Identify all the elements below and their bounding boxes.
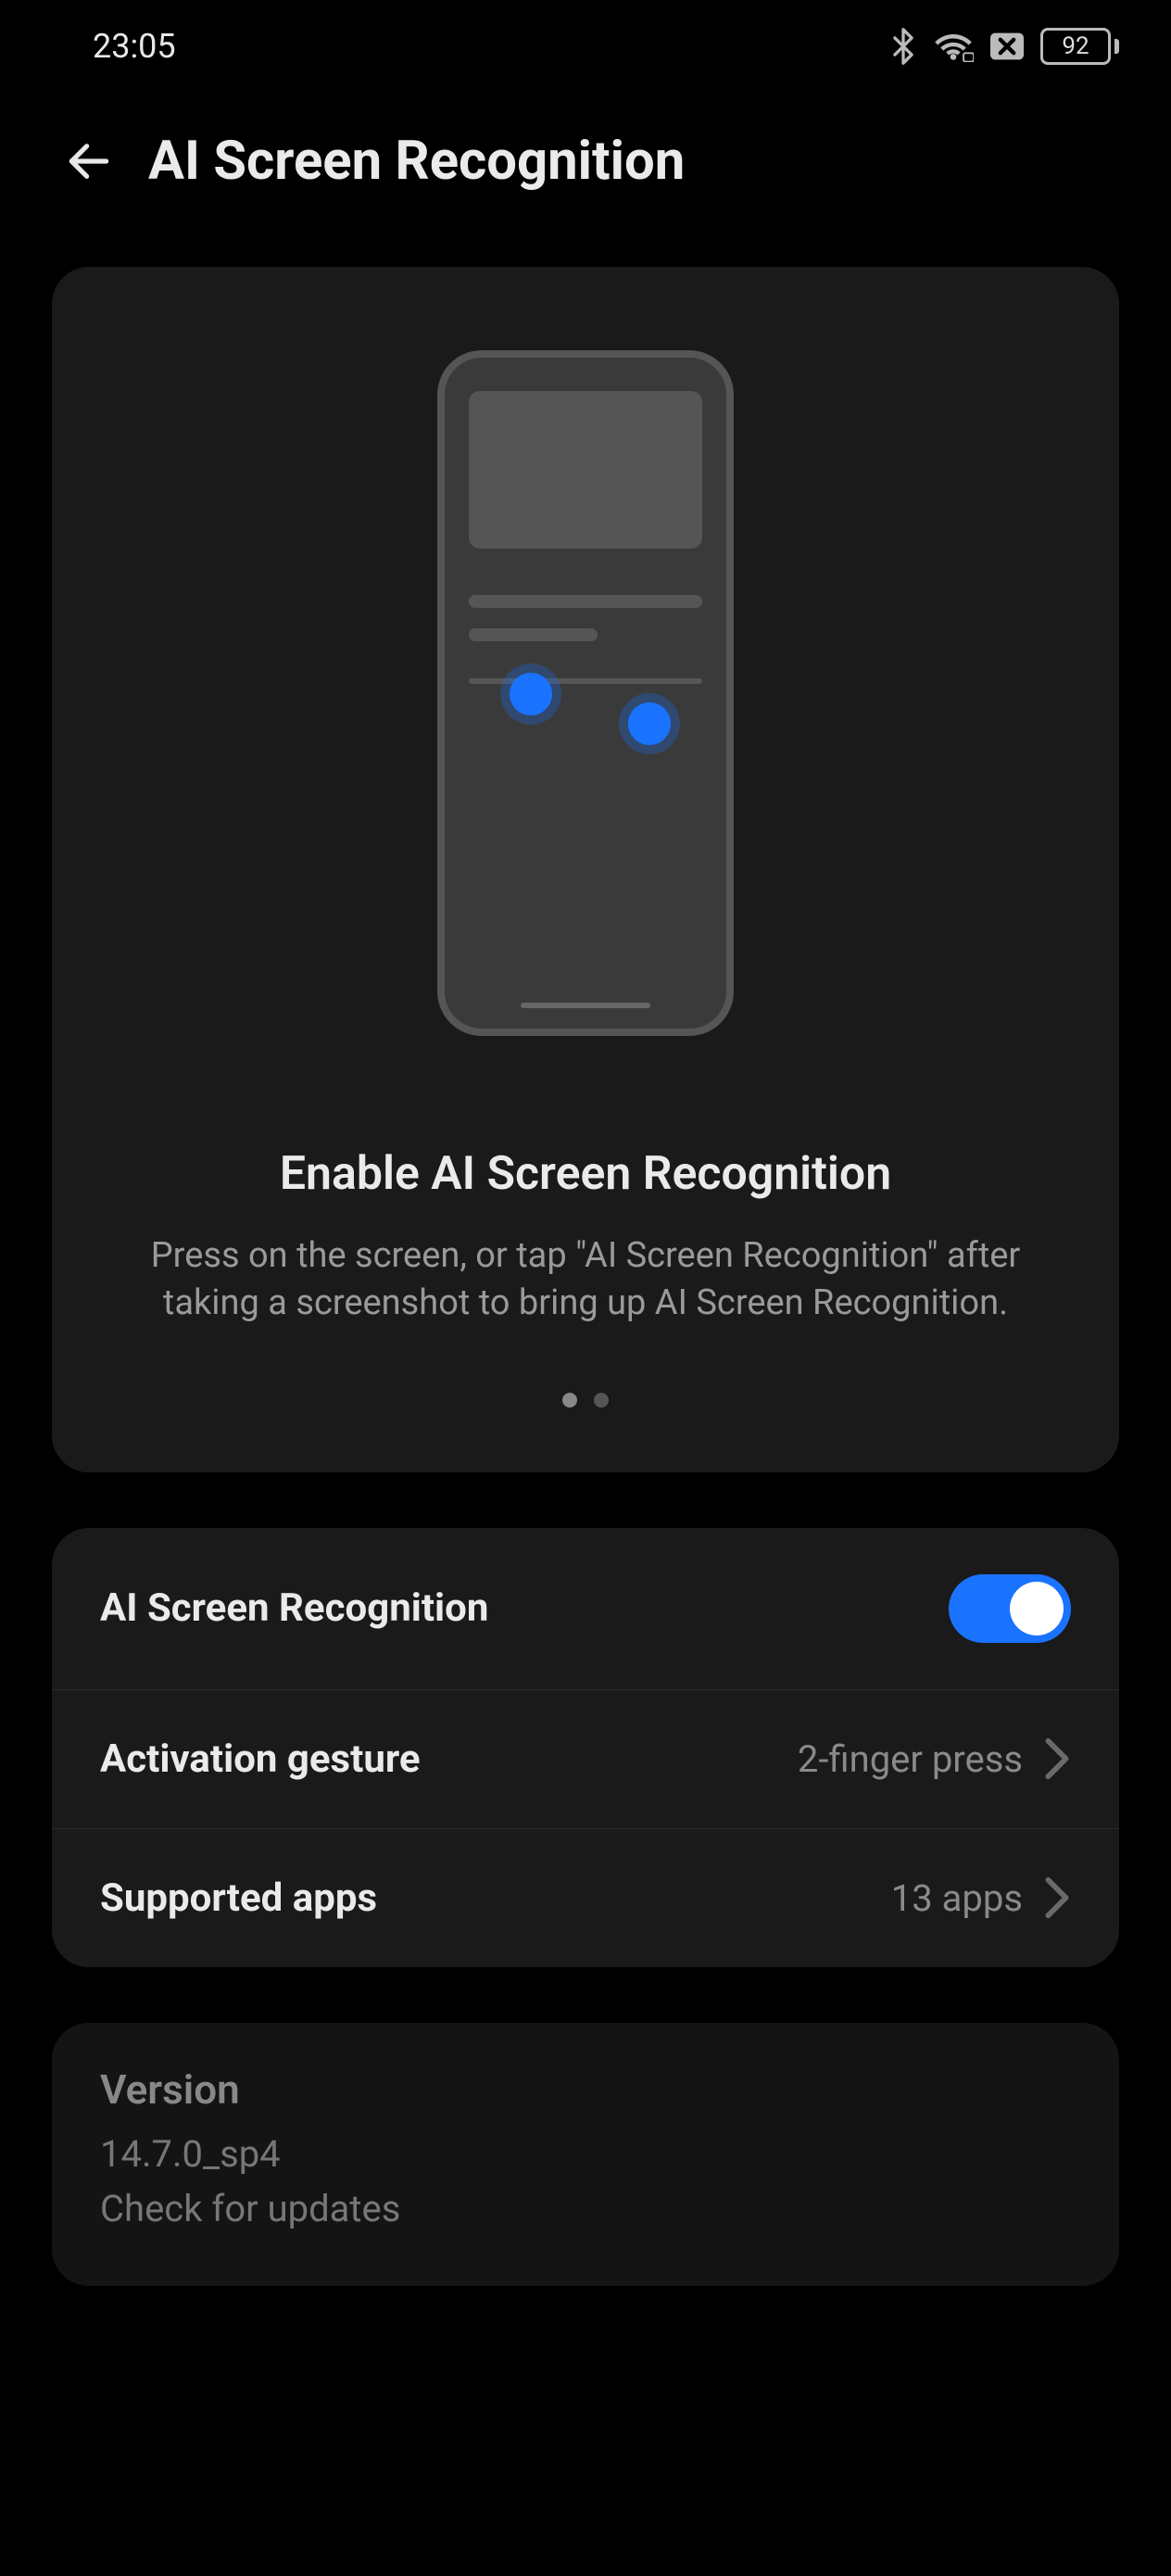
hero-description: Press on the screen, or tap "AI Screen R… bbox=[107, 1232, 1064, 1328]
toggle-switch[interactable] bbox=[949, 1574, 1071, 1643]
page-title: AI Screen Recognition bbox=[148, 130, 685, 193]
chevron-right-icon bbox=[1043, 1875, 1071, 1920]
touch-dot-icon bbox=[628, 702, 671, 745]
ai-screen-recognition-toggle-row[interactable]: AI Screen Recognition bbox=[52, 1528, 1119, 1690]
status-bar: 23:05 92 bbox=[0, 0, 1171, 93]
row-value: 13 apps bbox=[891, 1876, 1023, 1920]
row-label: Activation gesture bbox=[100, 1736, 421, 1782]
battery-level: 92 bbox=[1062, 32, 1089, 60]
version-card[interactable]: Version 14.7.0_sp4 Check for updates bbox=[52, 2023, 1119, 2286]
touch-dot-icon bbox=[510, 673, 552, 715]
version-number: 14.7.0_sp4 bbox=[100, 2132, 1071, 2176]
page-header: AI Screen Recognition bbox=[0, 93, 1171, 267]
phone-illustration bbox=[437, 350, 734, 1036]
supported-apps-row[interactable]: Supported apps 13 apps bbox=[52, 1829, 1119, 1967]
back-arrow-icon[interactable] bbox=[63, 135, 115, 187]
chevron-right-icon bbox=[1043, 1736, 1071, 1781]
status-icons: 92 bbox=[890, 28, 1119, 65]
wifi-icon bbox=[933, 31, 974, 62]
carousel-pager[interactable] bbox=[107, 1393, 1064, 1408]
row-label: AI Screen Recognition bbox=[100, 1585, 488, 1631]
hero-card: Enable AI Screen Recognition Press on th… bbox=[52, 267, 1119, 1472]
row-value: 2-finger press bbox=[798, 1737, 1023, 1781]
hero-title: Enable AI Screen Recognition bbox=[107, 1147, 1064, 1201]
settings-card: AI Screen Recognition Activation gesture… bbox=[52, 1528, 1119, 1967]
row-label: Supported apps bbox=[100, 1875, 377, 1921]
bluetooth-icon bbox=[890, 28, 916, 65]
activation-gesture-row[interactable]: Activation gesture 2-finger press bbox=[52, 1690, 1119, 1829]
version-title: Version bbox=[100, 2065, 1071, 2114]
data-x-icon bbox=[990, 32, 1024, 60]
battery-indicator: 92 bbox=[1040, 28, 1119, 65]
pager-dot[interactable] bbox=[594, 1393, 609, 1408]
status-time: 23:05 bbox=[93, 27, 176, 66]
pager-dot[interactable] bbox=[562, 1393, 577, 1408]
check-for-updates[interactable]: Check for updates bbox=[100, 2187, 1071, 2230]
